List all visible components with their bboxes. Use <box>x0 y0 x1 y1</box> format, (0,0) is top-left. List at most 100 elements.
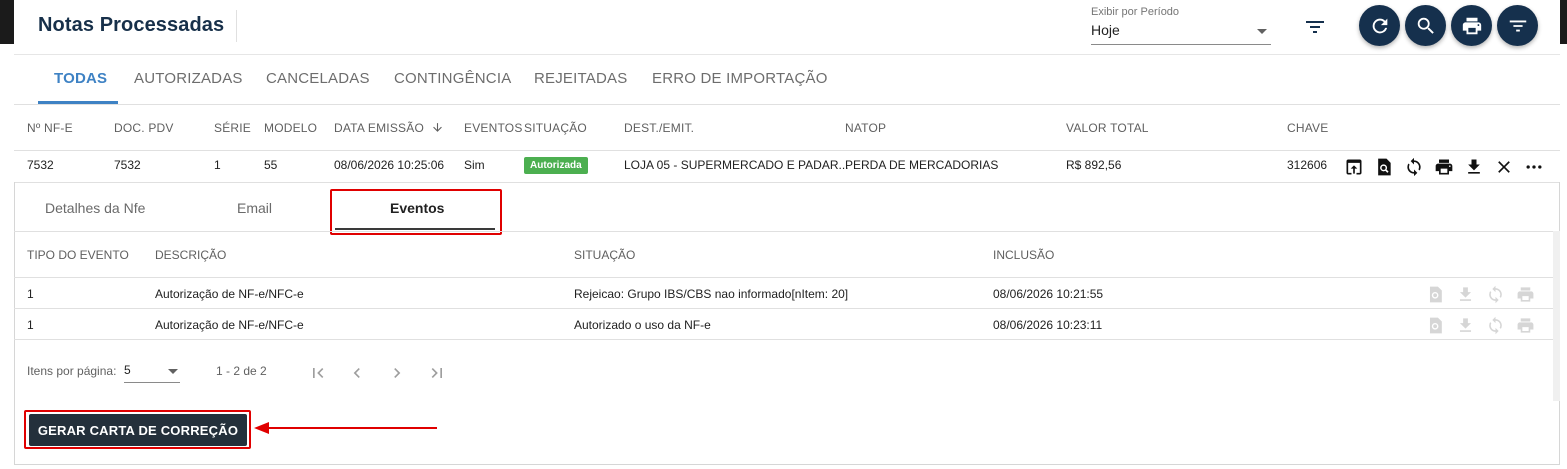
cell-dest-emit: LOJA 05 - SUPERMERCADO E PADAR... <box>624 158 849 172</box>
previous-page-button[interactable] <box>345 361 369 385</box>
paginator-range: 1 - 2 de 2 <box>216 364 267 378</box>
last-page-button[interactable] <box>425 361 449 385</box>
period-value: Hoje <box>1091 22 1120 38</box>
upload-icon[interactable] <box>1343 156 1365 178</box>
panel-scrollbar[interactable] <box>1553 231 1560 401</box>
print-icon[interactable] <box>1433 156 1455 178</box>
detail-tabs-divider <box>14 231 1553 232</box>
refresh-icon <box>1372 18 1387 33</box>
column-header-situacao[interactable]: SITUAÇÃO <box>524 121 587 135</box>
cell-chave: 312606 <box>1287 158 1328 172</box>
view-document-icon[interactable] <box>1425 284 1445 304</box>
window-corner-left <box>0 0 14 44</box>
events-header-inclusao: INCLUSÃO <box>993 248 1055 262</box>
column-header-eventos[interactable]: EVENTOS <box>464 121 523 135</box>
print-icon <box>1462 17 1481 34</box>
event-cell-tipo: 1 <box>27 287 34 301</box>
period-label: Exibir por Período <box>1091 6 1180 18</box>
column-header-natop[interactable]: NATOP <box>845 121 886 135</box>
tab-rejeitadas[interactable]: REJEITADAS <box>534 70 627 87</box>
print-icon[interactable] <box>1515 315 1535 335</box>
print-button[interactable] <box>1451 5 1492 46</box>
filter-icon[interactable] <box>1302 15 1328 39</box>
cell-natop: PERDA DE MERCADORIAS <box>845 158 999 172</box>
tab-todas[interactable]: TODAS <box>54 70 107 87</box>
search-button[interactable] <box>1405 5 1446 46</box>
column-header-valor-total[interactable]: VALOR TOTAL <box>1066 121 1149 135</box>
search-icon <box>1417 17 1434 34</box>
column-header-data-emissao[interactable]: DATA EMISSÃO <box>334 121 444 135</box>
annotation-arrow-head <box>254 422 269 434</box>
tab-contingencia[interactable]: CONTINGÊNCIA <box>394 70 511 87</box>
cell-modelo: 55 <box>264 158 278 172</box>
print-icon[interactable] <box>1515 284 1535 304</box>
tabs-divider <box>14 104 1560 105</box>
close-icon[interactable] <box>1493 156 1515 178</box>
cell-doc-pdv: 7532 <box>114 158 141 172</box>
event-cell-situacao: Rejeicao: Grupo IBS/CBS nao informado[nI… <box>574 287 849 301</box>
chevron-down-icon <box>1257 29 1267 34</box>
period-select[interactable]: Hoje <box>1091 20 1271 45</box>
cell-data-emissao: 08/06/2026 10:25:06 <box>334 158 445 172</box>
annotation-arrow-line <box>268 427 437 429</box>
column-header-doc-pdv[interactable]: DOC. PDV <box>114 121 174 135</box>
sync-icon[interactable] <box>1485 284 1505 304</box>
download-icon[interactable] <box>1455 284 1475 304</box>
view-document-icon[interactable] <box>1425 315 1445 335</box>
events-row-divider <box>14 308 1553 309</box>
column-header-serie[interactable]: SÉRIE <box>214 121 251 135</box>
window-corner-right <box>1560 0 1567 44</box>
cell-eventos: Sim <box>464 158 485 172</box>
events-table-bottom <box>14 339 1553 340</box>
chevron-down-icon <box>168 369 178 374</box>
page-size-value: 5 <box>124 363 131 377</box>
events-header-situacao: SITUAÇÃO <box>574 248 636 262</box>
cell-serie: 1 <box>214 158 221 172</box>
tab-detalhes-nfe[interactable]: Detalhes da Nfe <box>45 200 145 216</box>
page-size-select[interactable]: 5 <box>124 362 180 383</box>
table-header-divider <box>14 150 1560 151</box>
sort-arrow-down-icon <box>432 123 442 132</box>
highlight-box-eventos <box>330 189 502 235</box>
column-header-data-emissao-label: DATA EMISSÃO <box>334 121 424 135</box>
next-page-button[interactable] <box>385 361 409 385</box>
filter-button[interactable] <box>1497 5 1538 46</box>
tab-autorizadas[interactable]: AUTORIZADAS <box>134 70 243 87</box>
last-page-icon <box>431 368 442 378</box>
column-header-nf[interactable]: Nº NF-E <box>27 121 73 135</box>
tab-canceladas[interactable]: CANCELADAS <box>266 70 370 87</box>
paginator-items-label: Itens por página: <box>27 364 117 378</box>
view-document-icon[interactable] <box>1373 156 1395 178</box>
event-cell-situacao: Autorizado o uso da NF-e <box>574 318 711 332</box>
more-icon[interactable] <box>1523 156 1545 178</box>
title-divider <box>236 10 237 42</box>
download-icon[interactable] <box>1463 156 1485 178</box>
tab-email[interactable]: Email <box>237 200 272 216</box>
gerar-carta-correcao-button[interactable]: GERAR CARTA DE CORREÇÃO <box>29 414 247 446</box>
first-page-button[interactable] <box>306 361 330 385</box>
column-header-modelo[interactable]: MODELO <box>264 121 317 135</box>
sync-icon[interactable] <box>1485 315 1505 335</box>
header-divider <box>14 54 1560 55</box>
cell-nf: 7532 <box>27 158 54 172</box>
status-badge: Autorizada <box>524 157 588 174</box>
events-header-divider <box>14 277 1553 278</box>
filter-icon <box>1509 20 1526 31</box>
column-header-chave[interactable]: CHAVE <box>1287 121 1328 135</box>
download-icon[interactable] <box>1455 315 1475 335</box>
first-page-icon <box>313 368 324 378</box>
refresh-button[interactable] <box>1359 5 1400 46</box>
cell-valor-total: R$ 892,56 <box>1066 158 1122 172</box>
sync-icon[interactable] <box>1403 156 1425 178</box>
events-header-descricao: DESCRIÇÃO <box>155 248 227 262</box>
event-cell-inclusao: 08/06/2026 10:21:55 <box>993 287 1104 301</box>
column-header-dest-emit[interactable]: DEST./EMIT. <box>624 121 694 135</box>
event-cell-inclusao: 08/06/2026 10:23:11 <box>993 318 1103 332</box>
event-cell-tipo: 1 <box>27 318 34 332</box>
page-title: Notas Processadas <box>38 14 225 36</box>
events-header-tipo: TIPO DO EVENTO <box>27 248 129 262</box>
chevron-left-icon <box>353 368 360 378</box>
event-cell-descricao: Autorização de NF-e/NFC-e <box>155 287 304 301</box>
event-cell-descricao: Autorização de NF-e/NFC-e <box>155 318 304 332</box>
tab-erro-importacao[interactable]: ERRO DE IMPORTAÇÃO <box>652 70 828 87</box>
